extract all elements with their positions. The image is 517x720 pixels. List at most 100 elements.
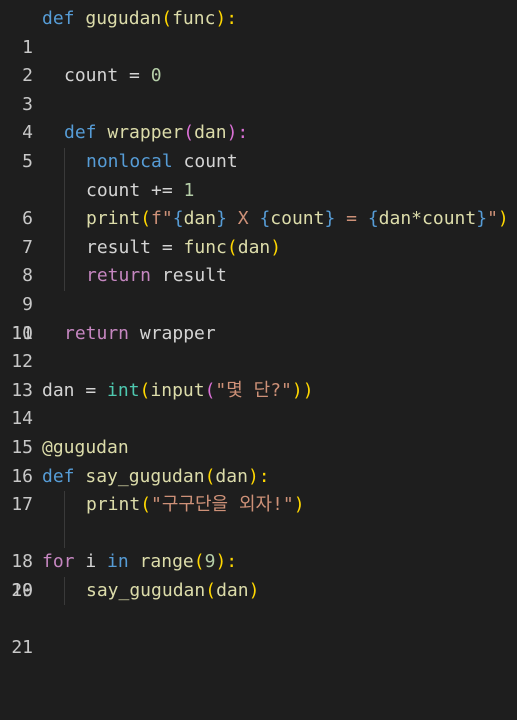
token: count (64, 65, 119, 87)
token: nonlocal (86, 150, 173, 172)
code-line[interactable]: 21 say_gugudan(dan) (0, 576, 517, 658)
token: ) (248, 579, 260, 601)
code-line[interactable]: 18 print("구구단을 외자!") (0, 491, 517, 572)
code-line[interactable]: 4 (0, 91, 517, 143)
token: range (139, 551, 194, 573)
token: ) (293, 494, 305, 516)
token: ( (205, 579, 217, 601)
code-text: print(f"{dan} X {count} = {dan*count}") (86, 205, 509, 234)
token: count (183, 150, 238, 172)
token: { (172, 208, 184, 230)
code-text: count = 0 (64, 62, 162, 91)
code-line[interactable]: 16 @gugudan (0, 434, 517, 487)
code-text: def gugudan(func): (42, 5, 237, 34)
code-text: print("구구단을 외자!") (86, 491, 305, 520)
token: f" (151, 208, 173, 230)
code-text: say_gugudan(dan) (86, 577, 259, 606)
token: return (64, 322, 130, 344)
indent-guide (64, 176, 65, 206)
token: ( (140, 208, 152, 230)
token: say_gugudan (85, 465, 205, 487)
token: { (367, 208, 379, 230)
code-line[interactable]: 8 print(f"{dan} X {count} = {dan*count}"… (0, 205, 517, 286)
token: def (42, 8, 75, 29)
token: ( (226, 236, 238, 258)
code-line[interactable]: 17 def say_gugudan(dan): (0, 463, 517, 516)
token: return (86, 265, 152, 287)
code-text: @gugudan (42, 434, 129, 463)
code-line[interactable]: 13 (0, 348, 517, 401)
token: ( (204, 379, 216, 401)
token: @gugudan (42, 436, 129, 458)
code-text: nonlocal count (86, 148, 238, 177)
token: )) (291, 379, 314, 401)
code-line[interactable]: 19 (0, 519, 517, 601)
token: in (107, 551, 129, 573)
code-line[interactable]: 14 dan = int(input("몇 단?")) (0, 377, 517, 430)
code-editor[interactable]: 1 def gugudan(func): 2 3 count = 0 4 5 d… (0, 5, 517, 658)
code-line[interactable]: 5 def wrapper(dan): (0, 119, 517, 172)
code-line[interactable]: 7 count += 1 (0, 176, 517, 258)
token: ( (140, 494, 152, 516)
code-text: def wrapper(dan): (64, 119, 248, 148)
indent-guide (64, 576, 65, 606)
token: func (172, 8, 216, 29)
indent-guide (64, 205, 65, 234)
code-line[interactable]: 2 (0, 34, 517, 86)
code-line[interactable]: 15 (0, 405, 517, 458)
code-line[interactable]: 1 def gugudan(func): (0, 5, 517, 58)
token: ): (215, 551, 238, 573)
code-text: count += 1 (86, 177, 194, 206)
code-text: dan = int(input("몇 단?")) (42, 377, 314, 406)
token: dan*count (378, 208, 477, 230)
code-text: return wrapper (64, 320, 216, 349)
code-line[interactable]: 11 (0, 291, 517, 344)
code-line[interactable]: 3 count = 0 (0, 62, 517, 115)
indent-guide (64, 491, 65, 520)
token: ( (161, 8, 173, 29)
token: += (140, 179, 184, 201)
token: } (324, 208, 336, 230)
token: i (85, 551, 97, 573)
code-line[interactable]: 9 result = func(dan) (0, 233, 517, 315)
code-line[interactable]: 10 return result (0, 262, 517, 344)
token: gugudan (85, 8, 162, 29)
token: "구구단을 외자!" (151, 494, 294, 516)
token: ) (270, 236, 282, 258)
token: ): (226, 122, 249, 144)
token: def (42, 465, 75, 487)
token: "몇 단?" (215, 379, 292, 401)
code-text: def say_gugudan(dan): (42, 463, 270, 492)
token: ( (193, 551, 205, 573)
token: say_gugudan (86, 579, 206, 601)
token: ( (183, 122, 195, 144)
indent-guide (64, 519, 65, 549)
token: 1 (183, 179, 195, 201)
token: func (183, 236, 227, 258)
token: count (86, 179, 141, 201)
token: count (270, 208, 325, 230)
token: dan (194, 122, 227, 144)
token: } (476, 208, 488, 230)
token: ) (497, 208, 509, 230)
token: dan (216, 579, 249, 601)
code-line[interactable]: 6 nonlocal count (0, 147, 517, 229)
token: X (226, 208, 260, 230)
token: dan (215, 465, 248, 487)
token: = (151, 236, 184, 258)
token: def (64, 122, 97, 144)
token: ( (139, 379, 151, 401)
code-line[interactable]: 20 for i in range(9): (0, 548, 517, 601)
code-line[interactable]: 12 return wrapper (0, 320, 517, 373)
token: = (335, 208, 368, 230)
token: int (107, 379, 140, 401)
token: dan (42, 379, 75, 401)
token: wrapper (139, 322, 216, 344)
